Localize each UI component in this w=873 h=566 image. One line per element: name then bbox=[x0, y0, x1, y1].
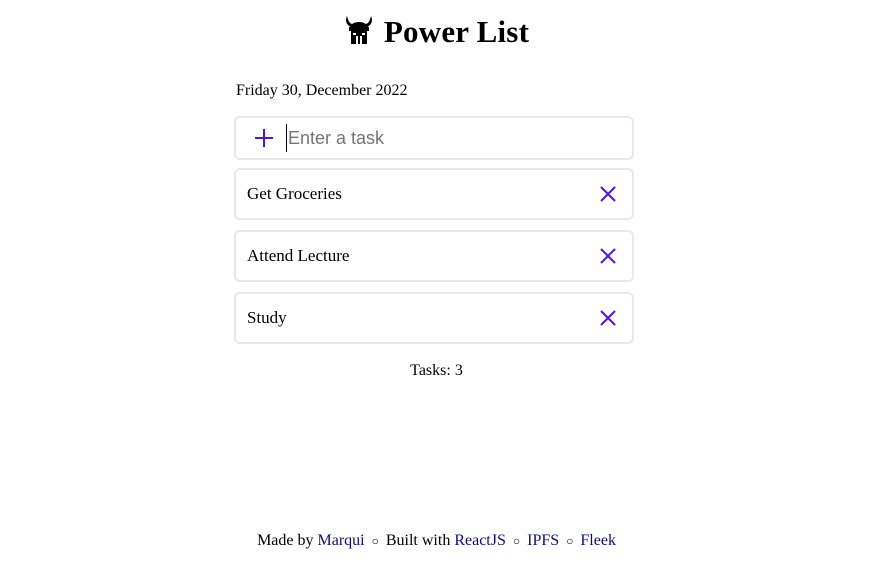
delete-task-button[interactable] bbox=[596, 182, 620, 206]
close-icon bbox=[600, 248, 616, 264]
footer: Made by Marqui ○ Built with ReactJS ○ IP… bbox=[0, 532, 873, 550]
app-header: Power List bbox=[0, 10, 873, 54]
delete-task-button[interactable] bbox=[596, 244, 620, 268]
footer-separator: ○ bbox=[512, 534, 521, 548]
task-count: Tasks: 3 bbox=[410, 362, 463, 379]
footer-built-with-text: Built with bbox=[385, 532, 451, 549]
close-icon bbox=[600, 186, 616, 202]
reactjs-link[interactable]: ReactJS bbox=[454, 532, 506, 549]
footer-separator: ○ bbox=[371, 534, 379, 548]
ipfs-link[interactable]: IPFS bbox=[527, 532, 559, 549]
new-task-bar bbox=[234, 116, 634, 160]
delete-task-button[interactable] bbox=[596, 306, 620, 330]
plus-icon bbox=[255, 129, 273, 147]
page-title: Power List bbox=[383, 14, 530, 49]
fleek-link[interactable]: Fleek bbox=[580, 532, 616, 549]
task-label: Attend Lecture bbox=[247, 246, 350, 265]
author-link[interactable]: Marqui bbox=[318, 532, 365, 549]
task-item: Get Groceries bbox=[234, 168, 634, 220]
task-label: Study bbox=[247, 308, 287, 327]
footer-made-by-text: Made by bbox=[257, 532, 314, 549]
close-icon bbox=[600, 310, 616, 326]
current-date: Friday 30, December 2022 bbox=[236, 82, 408, 99]
add-task-button[interactable] bbox=[252, 126, 276, 150]
task-item: Attend Lecture bbox=[234, 230, 634, 282]
viking-helmet-icon bbox=[344, 14, 374, 46]
page: Power List Friday 30, December 2022 Get … bbox=[0, 0, 873, 566]
task-item: Study bbox=[234, 292, 634, 344]
footer-separator: ○ bbox=[566, 534, 574, 548]
task-label: Get Groceries bbox=[247, 184, 342, 203]
task-input[interactable] bbox=[286, 124, 608, 152]
